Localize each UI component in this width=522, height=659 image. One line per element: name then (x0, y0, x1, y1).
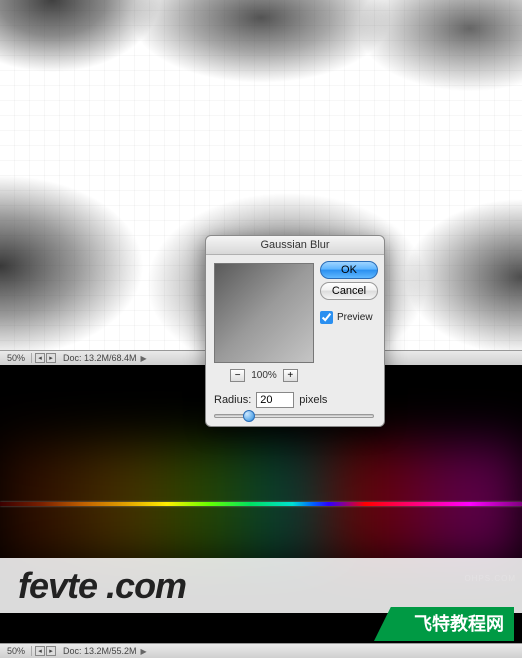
nav-right-icon[interactable]: ▸ (46, 353, 56, 363)
preview-checkbox[interactable] (320, 311, 333, 324)
nav-left-icon[interactable]: ◂ (35, 646, 45, 656)
watermark-main: fevte .com (18, 565, 186, 607)
doc-info-arrow-icon[interactable]: ▶ (141, 354, 147, 363)
zoom-level[interactable]: 50% (4, 353, 32, 363)
cancel-button[interactable]: Cancel (320, 282, 378, 300)
dialog-title: Gaussian Blur (206, 236, 384, 255)
doc-info: Doc: 13.2M/68.4M (63, 353, 137, 363)
nav-arrows: ◂ ▸ (35, 646, 57, 656)
nav-left-icon[interactable]: ◂ (35, 353, 45, 363)
radius-input[interactable] (256, 392, 294, 408)
zoom-level[interactable]: 50% (4, 646, 32, 656)
nav-right-icon[interactable]: ▸ (46, 646, 56, 656)
zoom-out-button[interactable]: − (230, 369, 245, 382)
gaussian-blur-dialog: Gaussian Blur OK Cancel Preview − 100% +… (205, 235, 385, 427)
filter-preview[interactable] (214, 263, 314, 363)
radius-label: Radius: (214, 394, 251, 406)
preview-label: Preview (337, 312, 373, 323)
zoom-in-button[interactable]: + (283, 369, 298, 382)
radius-unit: pixels (299, 394, 327, 406)
watermark-band: fevte .com (0, 558, 522, 613)
radius-slider-thumb[interactable] (243, 410, 255, 422)
doc-info-arrow-icon[interactable]: ▶ (141, 647, 147, 656)
bottom-status-bar: 50% ◂ ▸ Doc: 13.2M/55.2M ▶ (0, 643, 522, 658)
ok-button[interactable]: OK (320, 261, 378, 279)
preview-checkbox-row[interactable]: Preview (320, 311, 378, 324)
nav-arrows: ◂ ▸ (35, 353, 57, 363)
radius-slider[interactable] (214, 414, 374, 418)
watermark-sub: 飞特教程网 (374, 607, 514, 641)
preview-zoom-value: 100% (251, 370, 277, 381)
doc-info: Doc: 13.2M/55.2M (63, 646, 137, 656)
rainbow-line (0, 502, 522, 506)
